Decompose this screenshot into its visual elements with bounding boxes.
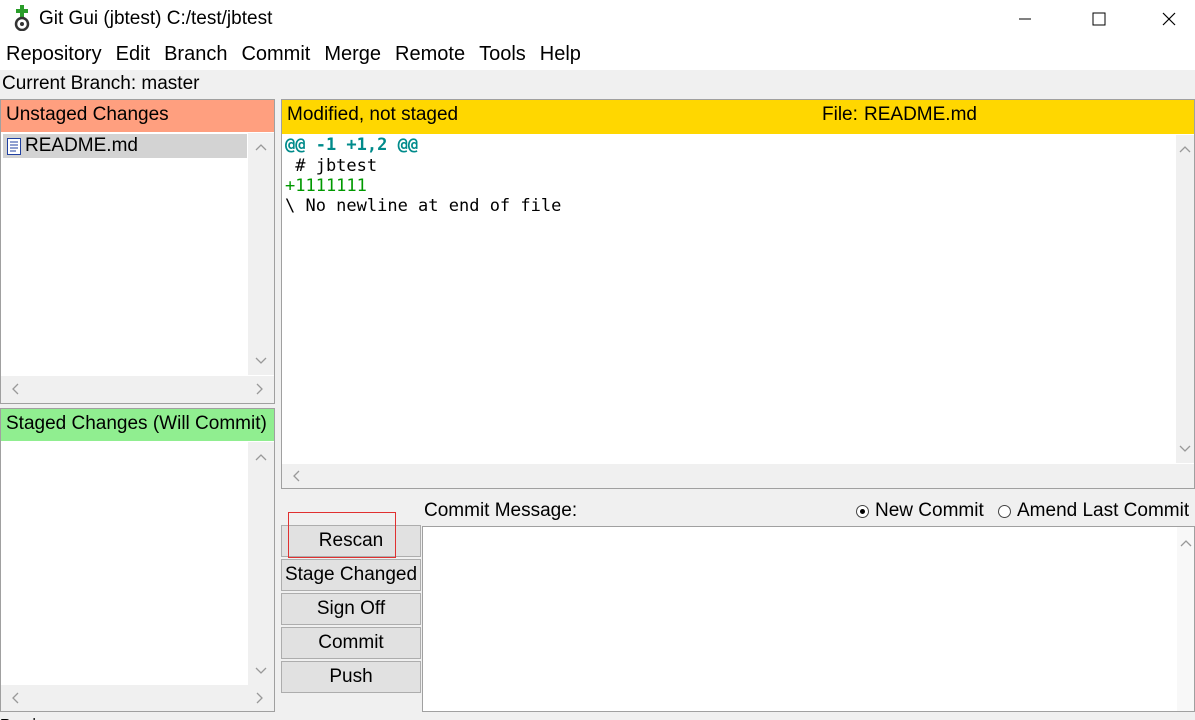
- unstaged-vertical-scrollbar[interactable]: [248, 133, 274, 375]
- menu-remote[interactable]: Remote: [395, 43, 465, 66]
- staged-changes-pane: Staged Changes (Will Commit): [0, 408, 275, 712]
- commit-message-label: Commit Message:: [424, 500, 578, 521]
- staged-changes-header: Staged Changes (Will Commit): [1, 409, 274, 441]
- diff-added-line: +1111111: [285, 176, 367, 196]
- diff-header: Modified, not staged File: README.md: [282, 100, 1194, 134]
- scroll-up-icon[interactable]: [1178, 535, 1194, 551]
- menu-repository[interactable]: Repository: [6, 43, 102, 66]
- radio-unselected-icon: [998, 504, 1011, 518]
- file-icon: [7, 137, 21, 155]
- menu-branch[interactable]: Branch: [164, 43, 227, 66]
- scroll-right-icon[interactable]: [252, 690, 268, 706]
- diff-viewer[interactable]: Modified, not staged File: README.md @@ …: [281, 99, 1195, 489]
- radio-selected-icon: [856, 504, 869, 518]
- diff-context-line: # jbtest: [285, 156, 378, 176]
- menu-bar: Repository Edit Branch Commit Merge Remo…: [0, 38, 1195, 70]
- diff-file-name: README.md: [864, 104, 977, 125]
- minimize-icon: [1019, 18, 1031, 20]
- scroll-right-icon[interactable]: [252, 381, 268, 397]
- diff-file-label: File:: [822, 104, 858, 125]
- scroll-up-icon[interactable]: [253, 139, 269, 155]
- commit-button[interactable]: Commit: [281, 627, 421, 659]
- scroll-down-icon[interactable]: [253, 663, 269, 679]
- staged-horizontal-scrollbar[interactable]: [1, 685, 274, 711]
- current-branch-label: Current Branch: master: [2, 73, 200, 94]
- menu-edit[interactable]: Edit: [116, 43, 150, 66]
- menu-tools[interactable]: Tools: [479, 43, 526, 66]
- window-title: Git Gui (jbtest) C:/test/jbtest: [39, 8, 273, 29]
- maximize-button[interactable]: [1076, 0, 1122, 38]
- diff-status: Modified, not staged: [287, 104, 459, 125]
- diff-hunk-header: @@ -1 +1,2 @@: [285, 135, 419, 155]
- diff-horizontal-scrollbar[interactable]: [282, 464, 1194, 488]
- scroll-up-icon[interactable]: [253, 449, 269, 465]
- unstaged-horizontal-scrollbar[interactable]: [1, 376, 274, 403]
- unstaged-changes-pane: Unstaged Changes README.md: [0, 99, 275, 404]
- menu-commit[interactable]: Commit: [241, 43, 310, 66]
- menu-merge[interactable]: Merge: [324, 43, 381, 66]
- commit-message-scrollbar[interactable]: [1177, 527, 1194, 711]
- scroll-left-icon[interactable]: [7, 690, 23, 706]
- sign-off-button[interactable]: Sign Off: [281, 593, 421, 625]
- close-icon: [1162, 12, 1176, 26]
- menu-help[interactable]: Help: [540, 43, 581, 66]
- status-bar: Ready.: [0, 714, 1195, 720]
- new-commit-radio[interactable]: New Commit: [856, 500, 984, 522]
- push-button[interactable]: Push: [281, 661, 421, 693]
- amend-commit-radio[interactable]: Amend Last Commit: [998, 500, 1189, 522]
- rescan-highlight-box: [288, 512, 396, 558]
- scroll-up-icon[interactable]: [1177, 141, 1193, 157]
- diff-no-newline-line: \ No newline at end of file: [285, 196, 562, 216]
- scroll-down-icon[interactable]: [253, 353, 269, 369]
- scroll-left-icon[interactable]: [288, 468, 304, 484]
- diff-vertical-scrollbar[interactable]: [1176, 135, 1194, 463]
- scroll-down-icon[interactable]: [1177, 441, 1193, 457]
- minimize-button[interactable]: [1002, 0, 1048, 38]
- unstaged-file-name: README.md: [25, 135, 138, 156]
- maximize-icon: [1092, 12, 1106, 26]
- new-commit-label: New Commit: [875, 500, 984, 521]
- stage-changed-button[interactable]: Stage Changed: [281, 559, 421, 591]
- unstaged-changes-header: Unstaged Changes: [1, 100, 274, 132]
- git-gui-icon: [12, 5, 32, 32]
- unstaged-file-item[interactable]: README.md: [3, 134, 247, 158]
- close-button[interactable]: [1146, 0, 1192, 38]
- staged-vertical-scrollbar[interactable]: [248, 442, 274, 685]
- scroll-left-icon[interactable]: [7, 381, 23, 397]
- amend-commit-label: Amend Last Commit: [1017, 500, 1190, 521]
- commit-message-input[interactable]: [422, 526, 1195, 712]
